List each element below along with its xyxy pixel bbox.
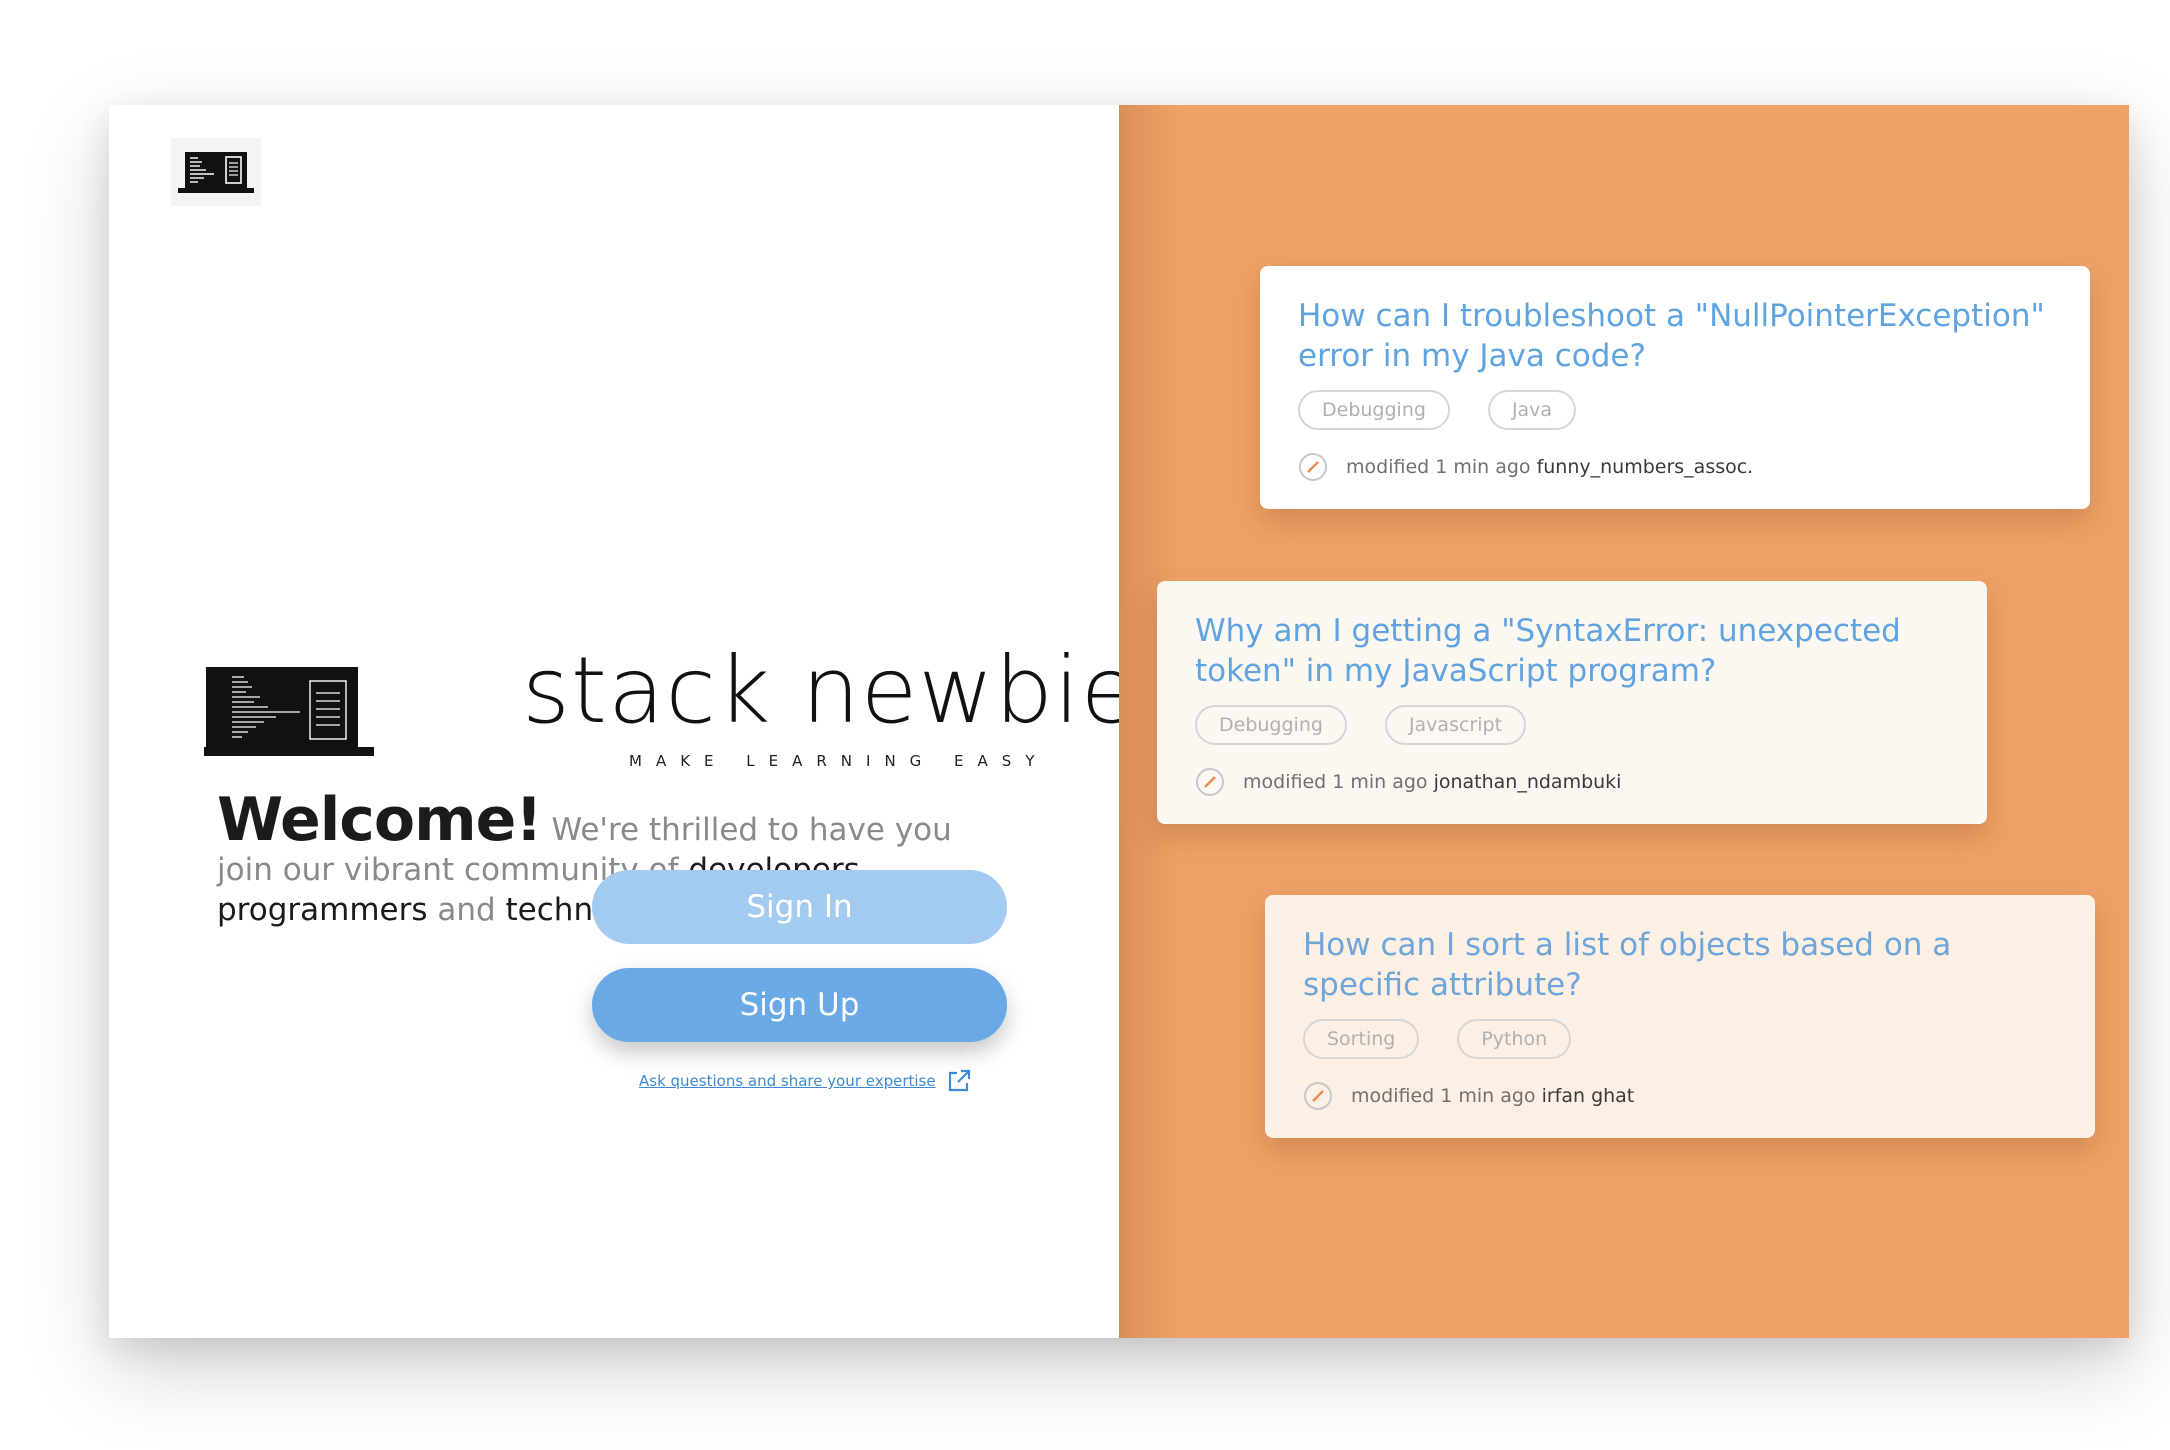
tag-java[interactable]: Java xyxy=(1487,390,1577,430)
tag-javascript[interactable]: Javascript xyxy=(1384,705,1527,745)
brand-block: stack newbie MAKE LEARNING EASY xyxy=(204,550,1137,770)
pencil-circle-icon xyxy=(1304,1082,1332,1110)
tag-sorting[interactable]: Sorting xyxy=(1303,1019,1420,1059)
question-card[interactable]: How can I sort a list of objects based o… xyxy=(1265,895,2095,1138)
questions-panel: How can I troubleshoot a "NullPointerExc… xyxy=(1119,105,2129,1338)
tag-list: Sorting Python xyxy=(1303,1019,2057,1059)
ask-questions-link-label: Ask questions and share your expertise xyxy=(639,1072,936,1090)
question-meta: modified 1 min ago jonathan_ndambuki xyxy=(1195,767,1949,797)
sign-up-button[interactable]: Sign Up xyxy=(592,968,1007,1042)
question-meta: modified 1 min ago irfan ghat xyxy=(1303,1081,2057,1111)
question-title[interactable]: How can I sort a list of objects based o… xyxy=(1303,925,2057,1005)
question-title[interactable]: Why am I getting a "SyntaxError: unexpec… xyxy=(1195,611,1949,691)
modified-time: modified 1 min ago xyxy=(1351,1085,1536,1107)
laptop-code-icon xyxy=(178,152,254,193)
tag-list: Debugging Java xyxy=(1298,390,2052,430)
laptop-code-icon xyxy=(204,667,374,756)
corner-logo[interactable] xyxy=(171,138,261,206)
brand-name: stack newbie xyxy=(522,637,1139,744)
modified-time: modified 1 min ago xyxy=(1346,456,1531,478)
ask-questions-link[interactable]: Ask questions and share your expertise xyxy=(639,1068,972,1094)
modified-time: modified 1 min ago xyxy=(1243,771,1428,793)
author-username[interactable]: funny_numbers_assoc. xyxy=(1537,456,1754,478)
author-username[interactable]: irfan ghat xyxy=(1542,1085,1635,1107)
tag-list: Debugging Javascript xyxy=(1195,705,1949,745)
welcome-heading: Welcome! xyxy=(217,785,543,855)
tag-debugging[interactable]: Debugging xyxy=(1195,705,1347,745)
pencil-circle-icon xyxy=(1196,768,1224,796)
author-username[interactable]: jonathan_ndambuki xyxy=(1434,771,1622,793)
tag-python[interactable]: Python xyxy=(1457,1019,1572,1059)
welcome-panel: stack newbie MAKE LEARNING EASY Welcome!… xyxy=(109,105,1137,1338)
question-meta: modified 1 min ago funny_numbers_assoc. xyxy=(1298,452,2052,482)
app-window: stack newbie MAKE LEARNING EASY Welcome!… xyxy=(109,105,2129,1338)
tag-debugging[interactable]: Debugging xyxy=(1298,390,1450,430)
question-card[interactable]: How can I troubleshoot a "NullPointerExc… xyxy=(1260,266,2090,509)
external-link-icon xyxy=(948,1069,970,1092)
question-title[interactable]: How can I troubleshoot a "NullPointerExc… xyxy=(1298,296,2052,376)
sign-in-button[interactable]: Sign In xyxy=(592,870,1007,944)
question-card[interactable]: Why am I getting a "SyntaxError: unexpec… xyxy=(1157,581,1987,824)
brand-tagline: MAKE LEARNING EASY xyxy=(629,752,1049,770)
welcome-text-2: and xyxy=(427,892,506,928)
pencil-circle-icon xyxy=(1299,453,1327,481)
